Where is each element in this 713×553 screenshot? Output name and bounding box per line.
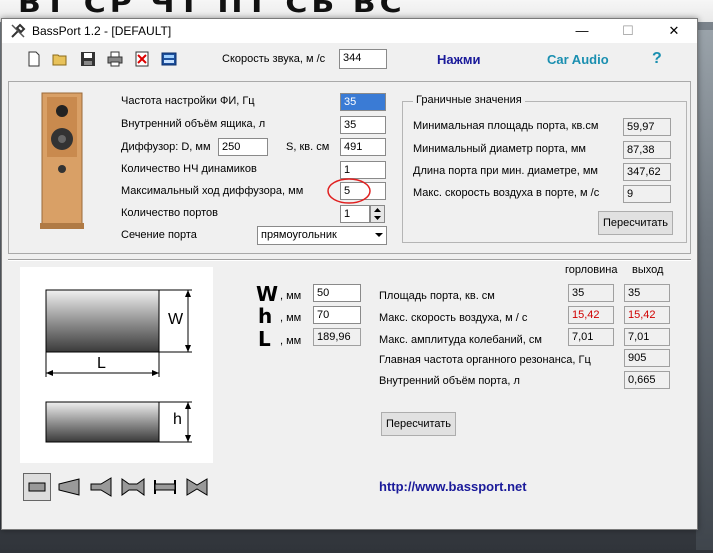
box-volume-label: Внутренний объём ящика, л xyxy=(121,118,266,130)
limits-recalc-button[interactable]: Пересчитать xyxy=(598,211,673,235)
port-diagram: W L h xyxy=(20,267,213,463)
max-air-speed-label: Макс. скорость воздуха в порте, м /с xyxy=(413,187,600,199)
min-diameter-value: 87,38 xyxy=(623,141,671,159)
new-file-icon[interactable] xyxy=(26,51,42,67)
close-button[interactable]: ✕ xyxy=(651,19,697,43)
resonance-value: 905 xyxy=(624,349,670,367)
port-volume-value: 0,665 xyxy=(624,371,670,389)
minimize-button[interactable]: — xyxy=(559,19,605,43)
speaker-image xyxy=(27,87,102,235)
l-unit: , мм xyxy=(280,335,302,347)
port-recalc-button[interactable]: Пересчитать xyxy=(381,412,456,436)
background-right-strip xyxy=(696,30,713,550)
diagram-l-label: L xyxy=(97,355,106,372)
print-icon[interactable] xyxy=(107,51,123,67)
ports-count-label: Количество портов xyxy=(121,207,218,219)
bassport-window: BassPort 1.2 - [DEFAULT] — ☐ ✕ Скорость … xyxy=(1,18,698,530)
diagram-h-label: h xyxy=(173,411,182,428)
diffuser-d-input[interactable]: 250 xyxy=(218,138,268,156)
maximize-button[interactable]: ☐ xyxy=(605,19,651,43)
shape-bow-icon[interactable] xyxy=(183,473,211,501)
save-icon[interactable] xyxy=(80,51,96,67)
max-excursion-label: Максимальный ход диффузора, мм xyxy=(121,185,304,197)
sound-speed-input[interactable]: 344 xyxy=(339,49,387,69)
annotation-circle xyxy=(327,178,371,204)
window-title: BassPort 1.2 - [DEFAULT] xyxy=(32,24,172,38)
port-length-label: Длина порта при мин. диаметре, мм xyxy=(413,165,598,177)
chevron-down-icon xyxy=(374,229,384,245)
ports-count-input[interactable]: 1 xyxy=(340,205,370,223)
diffuser-d-label: Диффузор: D, мм xyxy=(121,141,211,153)
shape-double-flare-icon[interactable] xyxy=(119,473,147,501)
w-letter: W xyxy=(256,282,279,306)
air-speed-label: Макс. скорость воздуха, м / с xyxy=(379,312,528,324)
amplitude-throat: 7,01 xyxy=(568,328,614,346)
resonance-label: Главная частота органного резонанса, Гц xyxy=(379,354,591,366)
amplitude-label: Макс. амплитуда колебаний, см xyxy=(379,334,542,346)
ports-count-spinner[interactable] xyxy=(370,205,385,223)
help-icon[interactable]: ? xyxy=(652,50,662,68)
l-value: 189,96 xyxy=(313,328,361,346)
max-air-speed-value: 9 xyxy=(623,185,671,203)
l-letter: L xyxy=(258,327,271,351)
shape-horn-icon[interactable] xyxy=(87,473,115,501)
woofers-count-label: Количество НЧ динамиков xyxy=(121,163,257,175)
amplitude-exit: 7,01 xyxy=(624,328,670,346)
h-input[interactable]: 70 xyxy=(313,306,361,324)
website-link[interactable]: http://www.bassport.net xyxy=(379,479,527,494)
w-unit: , мм xyxy=(280,290,302,302)
min-port-area-label: Минимальная площадь порта, кв.см xyxy=(413,120,599,132)
box-volume-input[interactable]: 35 xyxy=(340,116,386,134)
press-link[interactable]: Нажми xyxy=(437,52,480,67)
min-port-area-value: 59,97 xyxy=(623,118,671,136)
min-diameter-label: Минимальный диаметр порта, мм xyxy=(413,143,586,155)
shape-flanged-icon[interactable] xyxy=(151,473,179,501)
limits-title: Граничные значения xyxy=(413,94,525,106)
port-section-value: прямоугольник xyxy=(261,229,337,241)
app-wrench-icon xyxy=(10,23,26,42)
w-input[interactable]: 50 xyxy=(313,284,361,302)
port-volume-label: Внутренний объём порта, л xyxy=(379,375,520,387)
port-area-label: Площадь порта, кв. см xyxy=(379,290,495,302)
diffuser-s-input[interactable]: 491 xyxy=(340,138,386,156)
toolbar: Скорость звука, м /с 344 Нажми Car Audio… xyxy=(2,43,697,75)
port-length-value: 347,62 xyxy=(623,163,671,181)
calculator-icon[interactable] xyxy=(161,51,177,67)
sound-speed-label: Скорость звука, м /с xyxy=(222,53,326,65)
section-separator xyxy=(8,259,691,261)
diffuser-s-label: S, кв. см xyxy=(286,141,330,153)
open-folder-icon[interactable] xyxy=(52,51,68,67)
background-letters: ВТ СР ЧТ ПТ СБ ВС xyxy=(18,0,406,20)
exit-column-header: выход xyxy=(632,264,664,276)
port-section-label: Сечение порта xyxy=(121,229,197,241)
air-speed-throat: 15,42 xyxy=(568,306,614,324)
h-unit: , мм xyxy=(280,312,302,324)
delete-icon[interactable] xyxy=(134,51,150,67)
diagram-w-label: W xyxy=(168,311,184,328)
port-area-throat: 35 xyxy=(568,284,614,302)
title-bar[interactable]: BassPort 1.2 - [DEFAULT] — ☐ ✕ xyxy=(2,19,697,43)
port-section-select[interactable]: прямоугольник xyxy=(257,226,387,245)
shape-flare-icon[interactable] xyxy=(55,473,83,501)
shape-rect-icon[interactable] xyxy=(23,473,51,501)
air-speed-exit: 15,42 xyxy=(624,306,670,324)
h-letter: h xyxy=(258,304,273,328)
tuning-freq-label: Частота настройки ФИ, Гц xyxy=(121,95,255,107)
tuning-freq-input[interactable]: 35 xyxy=(340,93,386,111)
port-area-exit: 35 xyxy=(624,284,670,302)
car-audio-link[interactable]: Car Audio xyxy=(547,52,609,67)
throat-column-header: горловина xyxy=(565,264,618,276)
